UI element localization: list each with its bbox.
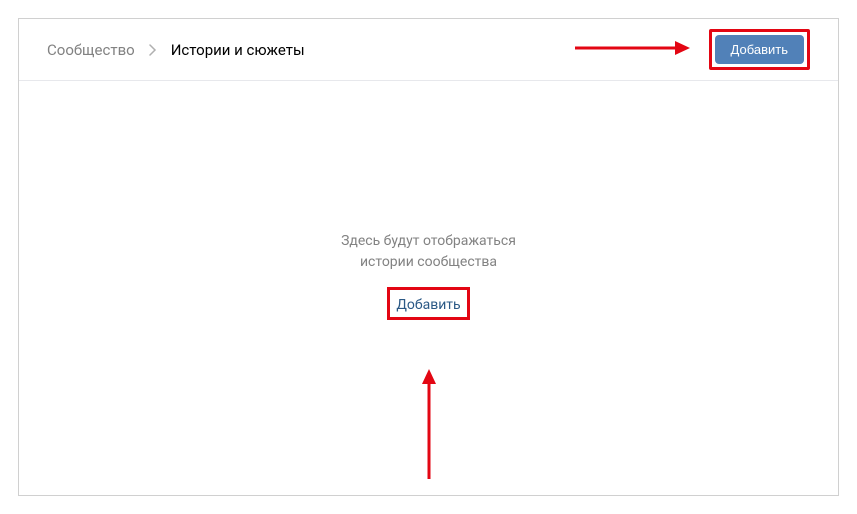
breadcrumb: Сообщество Истории и сюжеты bbox=[47, 41, 305, 59]
add-button[interactable]: Добавить bbox=[715, 35, 804, 64]
page-frame: Сообщество Истории и сюжеты Добавить Зде… bbox=[18, 18, 839, 496]
empty-state-line1: Здесь будут отображаться bbox=[341, 231, 516, 252]
add-link[interactable]: Добавить bbox=[396, 297, 460, 313]
header-bar: Сообщество Истории и сюжеты Добавить bbox=[19, 19, 838, 81]
empty-state-text: Здесь будут отображаться истории сообщес… bbox=[341, 231, 516, 273]
annotation-arrow-up bbox=[419, 369, 439, 483]
annotation-highlight-add-link: Добавить bbox=[387, 287, 469, 320]
breadcrumb-current: Истории и сюжеты bbox=[171, 41, 305, 59]
annotation-highlight-add-button: Добавить bbox=[709, 29, 810, 70]
header-right: Добавить bbox=[709, 29, 810, 70]
annotation-arrow-right bbox=[575, 38, 690, 62]
breadcrumb-parent-link[interactable]: Сообщество bbox=[47, 41, 135, 59]
empty-state-line2: истории сообщества bbox=[341, 252, 516, 273]
chevron-right-icon bbox=[149, 44, 157, 56]
content-area: Здесь будут отображаться истории сообщес… bbox=[19, 81, 838, 495]
